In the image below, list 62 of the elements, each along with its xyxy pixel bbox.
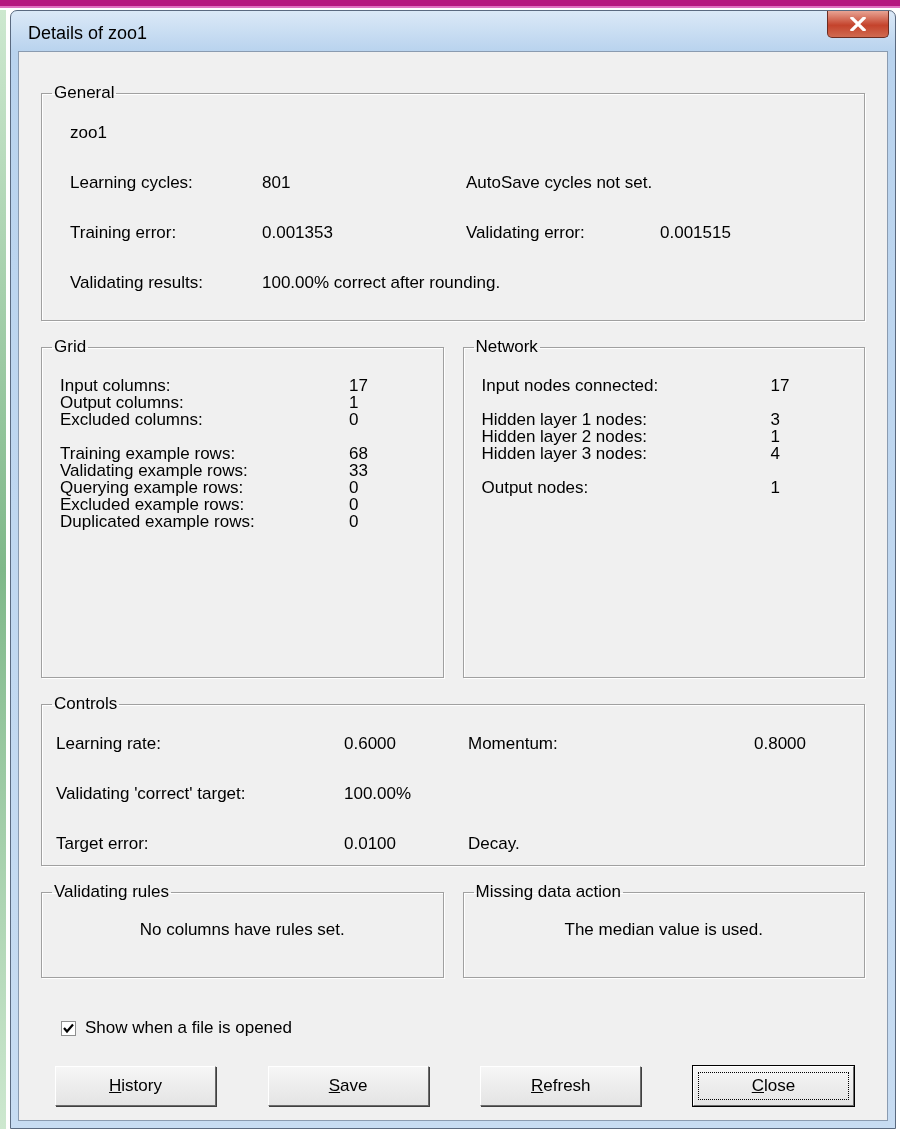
- field-label: Excluded columns:: [60, 411, 204, 428]
- info-text: Decay.: [468, 834, 521, 854]
- info-text: AutoSave cycles not set.: [466, 173, 654, 193]
- dialog-button[interactable]: History: [55, 1066, 216, 1106]
- field-label: Validating results:: [70, 273, 204, 293]
- field-label: Querying example rows:: [60, 479, 245, 496]
- field-value: 0: [349, 513, 360, 530]
- field-label: Input nodes connected:: [481, 377, 660, 394]
- field-value: 0: [349, 479, 360, 496]
- field-value: 17: [770, 377, 791, 394]
- field-value: 3: [770, 411, 781, 428]
- field-value: 0: [349, 411, 360, 428]
- dialog-button[interactable]: Save: [267, 1066, 429, 1106]
- field-label: Momentum:: [468, 734, 559, 754]
- group-title: General: [54, 83, 115, 102]
- field-value: 4: [770, 445, 781, 462]
- field-label: Duplicated example rows:: [60, 513, 256, 530]
- group-title: Validating rules: [54, 882, 169, 901]
- field-value: 68: [349, 445, 369, 462]
- field-value: 33: [349, 462, 369, 479]
- field-label: Hidden layer 3 nodes:: [481, 445, 648, 462]
- group-title: Missing data action: [475, 882, 622, 901]
- field-label: Learning rate:: [56, 734, 162, 754]
- field-value: 100.00% correct after rounding.: [262, 273, 502, 293]
- field-label: Training example rows:: [60, 445, 237, 462]
- checkbox-label: Show when a file is opened: [85, 1018, 292, 1038]
- field-label: Target error:: [56, 834, 150, 854]
- field-value: 0.6000: [344, 734, 397, 754]
- group-title: Controls: [54, 694, 118, 713]
- field-value: 1: [770, 479, 781, 496]
- window-title: Details of zoo1: [28, 21, 148, 44]
- dialog-button[interactable]: Close: [692, 1066, 854, 1106]
- field-label: Learning cycles:: [70, 173, 194, 193]
- field-label: Hidden layer 2 nodes:: [481, 428, 648, 445]
- field-value: 17: [349, 377, 369, 394]
- field-value: 1: [770, 428, 781, 445]
- field-value: 0.001515: [660, 223, 732, 243]
- field-label: Excluded example rows:: [60, 496, 246, 513]
- info-text: The median value is used.: [563, 919, 764, 940]
- field-label: Input columns:: [60, 377, 172, 394]
- field-value: 0.8000: [754, 734, 807, 754]
- field-value: 0.0100: [344, 834, 397, 854]
- close-button[interactable]: [827, 11, 889, 38]
- field-label: Validating example rows:: [60, 462, 249, 479]
- field-label: Output nodes:: [481, 479, 590, 496]
- field-label: Training error:: [70, 223, 178, 243]
- field-value: 1: [349, 394, 360, 411]
- field-label: Validating error:: [466, 223, 586, 243]
- dialog-button[interactable]: Refresh: [480, 1066, 642, 1106]
- field-value: 801: [262, 173, 292, 193]
- field-value: 0: [349, 496, 360, 513]
- checkbox[interactable]: [61, 1020, 76, 1036]
- field-label: Validating 'correct' target:: [56, 784, 247, 804]
- field-label: Hidden layer 1 nodes:: [481, 411, 648, 428]
- field-value: 0.001353: [262, 223, 334, 243]
- field-label: Output columns:: [60, 394, 185, 411]
- close-icon: [850, 17, 866, 31]
- group-title: Network: [475, 337, 538, 356]
- field-value: 100.00%: [344, 784, 413, 804]
- info-text: No columns have rules set.: [138, 919, 346, 940]
- network-name: zoo1: [70, 123, 108, 143]
- group-title: Grid: [54, 337, 87, 356]
